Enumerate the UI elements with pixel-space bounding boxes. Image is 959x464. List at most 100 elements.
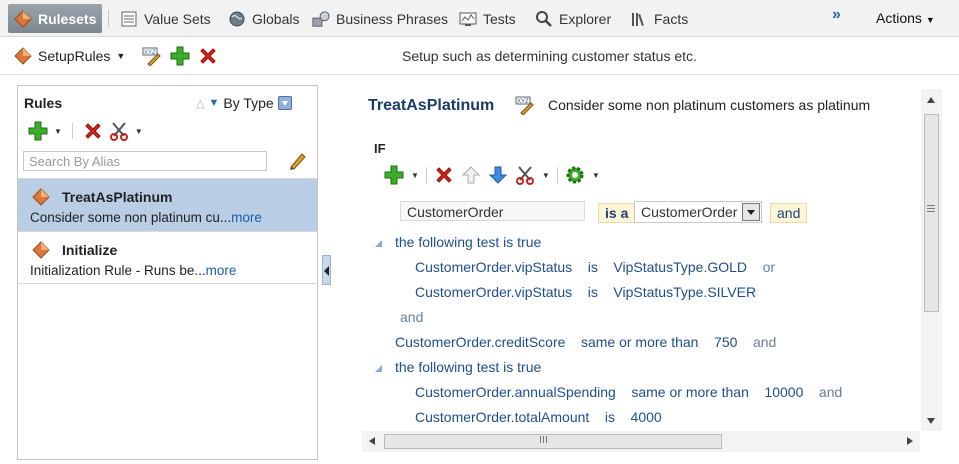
test-group-label[interactable]: the following test is true bbox=[395, 359, 541, 375]
rule-list-item[interactable]: Initialize Initialization Rule - Runs be… bbox=[18, 231, 317, 284]
ruleset-selector[interactable]: SetupRules ▼ bbox=[14, 47, 125, 65]
condition-operator[interactable]: is bbox=[605, 409, 615, 425]
move-down-icon[interactable] bbox=[488, 165, 508, 185]
search-alias-input[interactable] bbox=[23, 151, 267, 171]
conjunction-label[interactable]: and bbox=[400, 309, 423, 325]
more-link[interactable]: more bbox=[231, 210, 262, 225]
condition-rhs[interactable]: VipStatusType.SILVER bbox=[613, 284, 756, 300]
ruleset-diamond-icon bbox=[14, 47, 32, 65]
add-icon[interactable] bbox=[170, 46, 190, 66]
tab-explorer[interactable]: Explorer bbox=[529, 4, 617, 33]
condition-lhs[interactable]: CustomerOrder.vipStatus bbox=[415, 284, 572, 300]
condition-conjunction[interactable]: and bbox=[753, 334, 776, 350]
tab-label: Tests bbox=[483, 10, 516, 27]
rule-description: Initialization Rule - Runs be...more bbox=[30, 263, 236, 278]
tab-label: Globals bbox=[252, 10, 300, 27]
condition-operator[interactable]: is bbox=[588, 284, 598, 300]
horizontal-scrollbar[interactable] bbox=[362, 431, 920, 452]
sort-dropdown-icon[interactable] bbox=[277, 96, 292, 110]
more-link[interactable]: more bbox=[206, 263, 237, 278]
ruleset-name: SetupRules bbox=[38, 48, 111, 64]
rule-name: Initialize bbox=[62, 242, 118, 258]
condition-rhs[interactable]: VipStatusType.GOLD bbox=[613, 259, 747, 275]
condition-row[interactable]: CustomerOrder.vipStatus is VipStatusType… bbox=[415, 259, 775, 275]
scroll-left-arrow-icon[interactable] bbox=[369, 437, 375, 445]
add-icon[interactable] bbox=[384, 165, 404, 185]
condition-row[interactable]: CustomerOrder.annualSpending same or mor… bbox=[415, 384, 842, 400]
sort-ascending-icon[interactable]: △ bbox=[196, 97, 204, 110]
delete-rule-icon[interactable] bbox=[83, 121, 103, 141]
delete-icon[interactable] bbox=[198, 46, 218, 66]
condition-lhs[interactable]: CustomerOrder.totalAmount bbox=[415, 409, 589, 425]
tab-label: Explorer bbox=[559, 10, 612, 27]
scroll-thumb[interactable] bbox=[924, 114, 939, 312]
is-a-keyword[interactable]: is a bbox=[598, 203, 636, 223]
condition-rhs[interactable]: 4000 bbox=[631, 409, 662, 425]
actions-menu[interactable]: Actions ▼ bbox=[876, 10, 935, 26]
test-group-label[interactable]: the following test is true bbox=[395, 234, 541, 250]
condition-lhs[interactable]: CustomerOrder.creditScore bbox=[395, 334, 565, 350]
fact-type-value: CustomerOrder bbox=[641, 204, 738, 220]
collapse-panel-handle[interactable] bbox=[322, 255, 331, 285]
scroll-up-arrow-icon[interactable] bbox=[927, 97, 935, 103]
rule-editor: TreatAsPlatinum XYZ Consider some non pl… bbox=[362, 85, 942, 454]
collapse-triangle-icon[interactable] bbox=[375, 365, 382, 372]
condition-operator[interactable]: same or more than bbox=[631, 384, 749, 400]
dropdown-arrow-icon[interactable] bbox=[742, 203, 760, 221]
overflow-chevron-icon[interactable]: » bbox=[832, 6, 841, 24]
sort-descending-icon[interactable]: ▼ bbox=[208, 97, 219, 109]
vertical-scrollbar[interactable] bbox=[921, 89, 942, 431]
globe-icon bbox=[229, 11, 245, 26]
tab-globals[interactable]: Globals bbox=[222, 4, 305, 33]
cut-menu-caret-icon[interactable]: ▼ bbox=[135, 127, 143, 136]
advanced-menu-caret-icon[interactable]: ▼ bbox=[592, 171, 600, 180]
pencil-icon[interactable] bbox=[288, 150, 308, 170]
scroll-thumb[interactable] bbox=[384, 434, 722, 449]
scroll-right-arrow-icon[interactable] bbox=[907, 437, 913, 445]
condition-conjunction[interactable]: or bbox=[763, 259, 775, 275]
rule-desc-text: Consider some non platinum cu... bbox=[30, 210, 232, 225]
tab-tests[interactable]: Tests bbox=[453, 4, 522, 33]
condition-conjunction[interactable]: and bbox=[819, 384, 842, 400]
add-menu-caret-icon[interactable]: ▼ bbox=[411, 171, 419, 180]
move-up-icon[interactable] bbox=[461, 165, 481, 185]
condition-operator[interactable]: same or more than bbox=[581, 334, 699, 350]
delete-icon[interactable] bbox=[434, 165, 454, 185]
fact-type-select[interactable]: CustomerOrder bbox=[634, 201, 762, 223]
cut-icon[interactable] bbox=[109, 121, 129, 141]
condition-lhs[interactable]: CustomerOrder.vipStatus bbox=[415, 259, 572, 275]
sort-control: △ ▼ By Type bbox=[196, 95, 292, 111]
add-menu-caret-icon[interactable]: ▼ bbox=[54, 127, 62, 136]
tab-value-sets[interactable]: Value Sets bbox=[114, 4, 217, 33]
rule-list-item[interactable]: TreatAsPlatinum Consider some non platin… bbox=[18, 178, 317, 231]
svg-text:XYZ: XYZ bbox=[144, 50, 156, 56]
toolbar-separator bbox=[71, 123, 73, 139]
edit-pencil-icon[interactable]: XYZ bbox=[142, 46, 162, 66]
condition-lhs[interactable]: CustomerOrder.annualSpending bbox=[415, 384, 616, 400]
condition-row[interactable]: CustomerOrder.creditScore same or more t… bbox=[395, 334, 776, 350]
cut-menu-caret-icon[interactable]: ▼ bbox=[542, 171, 550, 180]
tab-facts[interactable]: Facts bbox=[624, 4, 694, 33]
cut-icon[interactable] bbox=[515, 165, 535, 185]
and-keyword[interactable]: and bbox=[770, 203, 808, 223]
search-icon bbox=[536, 10, 552, 27]
facts-books-icon bbox=[632, 12, 644, 26]
condition-rhs[interactable]: 10000 bbox=[764, 384, 803, 400]
condition-row[interactable]: CustomerOrder.vipStatus is VipStatusType… bbox=[415, 284, 756, 300]
condition-operator[interactable]: is bbox=[588, 259, 598, 275]
edit-pencil-icon[interactable]: XYZ bbox=[515, 95, 535, 115]
tab-business-phrases[interactable]: Business Phrases bbox=[306, 4, 454, 33]
pattern-alias-field[interactable]: CustomerOrder bbox=[400, 201, 585, 221]
scroll-down-arrow-icon[interactable] bbox=[927, 418, 935, 424]
rule-title: TreatAsPlatinum bbox=[368, 97, 495, 114]
gear-icon[interactable] bbox=[565, 165, 585, 185]
rule-description: Consider some non platinum cu...more bbox=[30, 210, 262, 225]
tab-label: Business Phrases bbox=[336, 10, 449, 27]
tab-rulesets[interactable]: Rulesets bbox=[8, 4, 103, 33]
collapse-triangle-icon[interactable] bbox=[375, 240, 382, 247]
condition-row[interactable]: CustomerOrder.totalAmount is 4000 bbox=[415, 409, 662, 425]
add-rule-icon[interactable] bbox=[28, 121, 48, 141]
tab-label: Facts bbox=[654, 10, 689, 27]
and-label[interactable]: and bbox=[400, 309, 423, 325]
condition-rhs[interactable]: 750 bbox=[714, 334, 737, 350]
